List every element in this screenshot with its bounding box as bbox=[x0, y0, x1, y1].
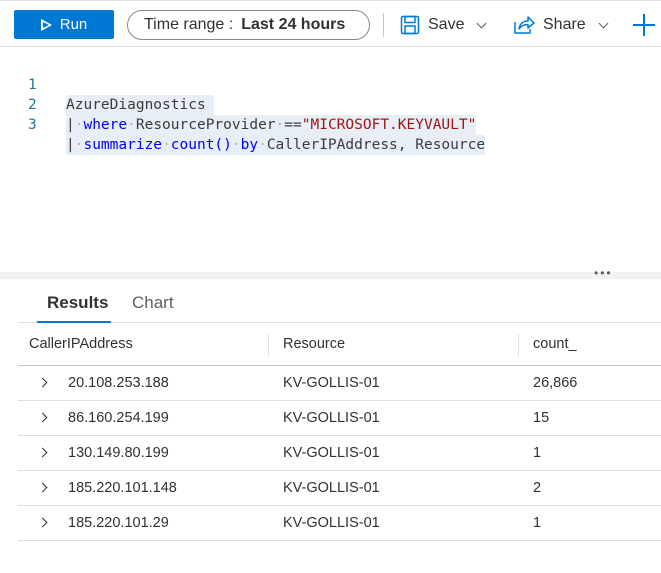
chevron-right-icon[interactable] bbox=[37, 447, 48, 458]
table-row[interactable]: 20.108.253.188 KV-GOLLIS-01 26,866 bbox=[18, 366, 661, 401]
keyword-by: by bbox=[240, 137, 259, 153]
line-number: 3 bbox=[28, 117, 37, 133]
field-name: ResourceProvider bbox=[135, 117, 276, 133]
time-range-value: Last 24 hours bbox=[241, 16, 346, 33]
tab-results[interactable]: Results bbox=[47, 293, 108, 313]
code-line: 1 AzureDiagnostics bbox=[0, 55, 215, 115]
results-tabs: Results Chart bbox=[18, 288, 661, 323]
pane-splitter[interactable] bbox=[0, 272, 661, 279]
cell-resource: KV-GOLLIS-01 bbox=[283, 445, 380, 461]
cell-caller-ip: 185.220.101.29 bbox=[68, 515, 169, 531]
code-text: AzureDiagnostics bbox=[66, 95, 215, 115]
cell-count: 15 bbox=[533, 410, 550, 426]
toolbar-divider bbox=[383, 13, 384, 37]
keyword-summarize: summarize bbox=[83, 137, 163, 153]
cell-count: 1 bbox=[533, 515, 542, 531]
run-button[interactable]: Run bbox=[14, 10, 114, 39]
column-header-count[interactable]: count_ bbox=[533, 336, 577, 352]
results-table: CallerIPAddress Resource count_ 20.108.2… bbox=[18, 324, 661, 541]
time-range-picker[interactable]: Time range : Last 24 hours bbox=[127, 10, 370, 40]
cell-caller-ip: 130.149.80.199 bbox=[68, 445, 169, 461]
cell-resource: KV-GOLLIS-01 bbox=[283, 515, 380, 531]
tab-chart[interactable]: Chart bbox=[132, 293, 174, 313]
table-row[interactable]: 86.160.254.199 KV-GOLLIS-01 15 bbox=[18, 401, 661, 436]
play-icon bbox=[40, 18, 52, 31]
code-line: 2 |·where·ResourceProvider·=="MICROSOFT.… bbox=[0, 75, 477, 135]
new-query-button[interactable] bbox=[633, 14, 655, 36]
code-line: 3 |·summarize·count()·by·CallerIPAddress… bbox=[0, 95, 486, 155]
share-button[interactable]: Share bbox=[513, 11, 609, 39]
function-count: count() bbox=[170, 137, 232, 153]
column-header-resource[interactable]: Resource bbox=[283, 336, 345, 352]
comparison-operator: == bbox=[284, 117, 302, 133]
table-row[interactable]: 185.220.101.29 KV-GOLLIS-01 1 bbox=[18, 506, 661, 541]
chevron-down-icon bbox=[477, 18, 487, 28]
cell-count: 26,866 bbox=[533, 375, 578, 391]
keyword-where: where bbox=[83, 117, 128, 133]
floppy-disk-icon bbox=[400, 15, 420, 35]
pipe-operator: | bbox=[66, 117, 75, 133]
save-button[interactable]: Save bbox=[400, 11, 487, 39]
chevron-down-icon bbox=[598, 18, 609, 28]
chevron-right-icon[interactable] bbox=[37, 412, 48, 423]
active-tab-indicator bbox=[37, 321, 111, 323]
chevron-right-icon[interactable] bbox=[37, 517, 48, 528]
cell-resource: KV-GOLLIS-01 bbox=[283, 480, 380, 496]
query-toolbar: Run Time range : Last 24 hours Save Shar… bbox=[0, 0, 661, 47]
time-range-label: Time range : bbox=[144, 16, 234, 33]
column-resize-handle[interactable] bbox=[518, 334, 519, 356]
chevron-right-icon[interactable] bbox=[37, 377, 48, 388]
table-row[interactable]: 130.149.80.199 KV-GOLLIS-01 1 bbox=[18, 436, 661, 471]
share-arrow-icon bbox=[514, 16, 535, 34]
cell-caller-ip: 20.108.253.188 bbox=[68, 375, 169, 391]
query-editor[interactable]: 1 AzureDiagnostics 2 |·where·ResourcePro… bbox=[0, 48, 661, 272]
code-text: |·where·ResourceProvider·=="MICROSOFT.KE… bbox=[66, 115, 477, 135]
group-by-fields: CallerIPAddress, Resource bbox=[266, 137, 486, 153]
cell-resource: KV-GOLLIS-01 bbox=[283, 375, 380, 391]
cell-caller-ip: 185.220.101.148 bbox=[68, 480, 177, 496]
ellipsis-icon[interactable]: ••• bbox=[594, 266, 613, 280]
code-text: |·summarize·count()·by·CallerIPAddress, … bbox=[66, 135, 486, 155]
cell-resource: KV-GOLLIS-01 bbox=[283, 410, 380, 426]
cell-caller-ip: 86.160.254.199 bbox=[68, 410, 169, 426]
share-label: Share bbox=[543, 16, 586, 33]
save-label: Save bbox=[428, 16, 465, 33]
table-name: AzureDiagnostics bbox=[66, 97, 206, 113]
table-row[interactable]: 185.220.101.148 KV-GOLLIS-01 2 bbox=[18, 471, 661, 506]
column-resize-handle[interactable] bbox=[268, 334, 269, 356]
cell-count: 2 bbox=[533, 480, 542, 496]
string-literal: "MICROSOFT.KEYVAULT" bbox=[301, 117, 477, 133]
chevron-right-icon[interactable] bbox=[37, 482, 48, 493]
cell-count: 1 bbox=[533, 445, 542, 461]
run-label: Run bbox=[59, 16, 88, 33]
table-header: CallerIPAddress Resource count_ bbox=[18, 324, 661, 366]
column-header-calleripaddress[interactable]: CallerIPAddress bbox=[29, 336, 133, 352]
pipe-operator: | bbox=[66, 137, 75, 153]
